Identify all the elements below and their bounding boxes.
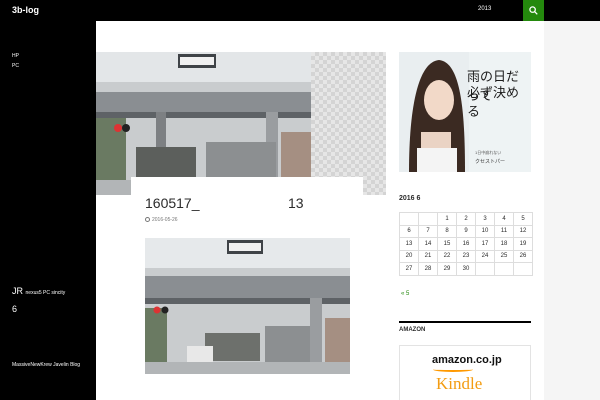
calendar-day: 28 — [418, 262, 438, 276]
calendar-day: 21 — [418, 249, 438, 263]
calendar-day: 13 — [399, 237, 419, 251]
footer-links[interactable]: MassiveNewKrew Javelin Blog — [12, 362, 80, 368]
ad-small-text: 1日中崩れない — [475, 150, 502, 155]
calendar-day: 23 — [456, 249, 476, 263]
calendar-week-row: 13 14 15 16 17 18 19 — [399, 237, 533, 251]
featured-photo[interactable] — [96, 52, 311, 195]
search-icon — [529, 6, 538, 15]
ad-brand: クセストパー — [475, 159, 506, 165]
calendar-caption: 2016 6 — [399, 195, 421, 202]
calendar-day: 16 — [456, 237, 476, 251]
calendar-day: 12 — [513, 224, 533, 238]
calendar-day: 19 — [513, 237, 533, 251]
left-menu-item-hp[interactable]: HP — [12, 53, 19, 59]
calendar-day: 26 — [513, 249, 533, 263]
calendar-day: 25 — [494, 249, 514, 263]
calendar-day: 8 — [437, 224, 457, 238]
sidebar-widget-number: 6 — [12, 304, 18, 314]
amazon-widget-rule — [399, 321, 531, 323]
calendar-week-row: 20 21 22 23 24 25 26 — [399, 249, 533, 263]
kindle-text: Kindle — [436, 374, 483, 393]
calendar-day: 30 — [456, 262, 476, 276]
calendar-day: 5 — [513, 212, 533, 226]
calendar-day: 20 — [399, 249, 419, 263]
calendar-day: 11 — [494, 224, 514, 238]
calendar-day: 18 — [494, 237, 514, 251]
street-photo — [96, 52, 311, 195]
street-photo-2 — [145, 238, 350, 374]
calendar-day: 29 — [437, 262, 457, 276]
calendar-day: 1 — [437, 212, 457, 226]
entry-date[interactable]: 2016-05-26 — [145, 217, 178, 223]
calendar-day — [399, 212, 419, 226]
calendar-day: 10 — [475, 224, 495, 238]
calendar-day: 3 — [475, 212, 495, 226]
sidebar-widget-title: JR nexus5 PC sincity — [12, 286, 65, 296]
calendar-day: 15 — [437, 237, 457, 251]
calendar-day: 6 — [399, 224, 419, 238]
widget-title-small: nexus5 PC sincity — [25, 290, 66, 296]
entry-title[interactable]: 160517_ 13 — [145, 195, 304, 211]
clock-icon — [145, 217, 150, 223]
amazon-widget-title: AMAZON — [399, 327, 426, 333]
calendar-week-row: 6 7 8 9 10 11 12 — [399, 224, 533, 238]
post-photo[interactable] — [145, 238, 350, 374]
calendar-day: 9 — [456, 224, 476, 238]
amazon-logo: amazon.co.jp — [432, 354, 502, 366]
search-button[interactable] — [523, 0, 544, 21]
calendar-day — [513, 262, 533, 276]
calendar-day — [475, 262, 495, 276]
calendar-day: 22 — [437, 249, 457, 263]
top-bar: 3b-log 2013 — [0, 0, 600, 21]
calendar-day: 17 — [475, 237, 495, 251]
calendar-day: 2 — [456, 212, 476, 226]
page: 3b-log 2013 HP PC JR nexus5 PC sincity 6… — [0, 0, 600, 400]
left-menu-item-pc[interactable]: PC — [12, 63, 19, 69]
calendar-prev-link[interactable]: « 5 — [401, 291, 409, 297]
calendar-day: 14 — [418, 237, 438, 251]
advertisement-banner[interactable]: 雨の日だって 必ず決める 1日中崩れない クセストパー — [399, 52, 531, 172]
calendar-day: 7 — [418, 224, 438, 238]
ad-headline-2: 必ず決める — [467, 86, 520, 120]
entry-title-number: 13 — [288, 195, 304, 211]
calendar-week-row: 12345 — [399, 212, 533, 226]
calendar-day: 4 — [494, 212, 514, 226]
calendar-week-row: 27 28 29 30 — [399, 262, 533, 276]
widget-title-main: JR — [12, 286, 23, 296]
featured-image-transparent-area — [311, 52, 386, 195]
calendar-day: 24 — [475, 249, 495, 263]
calendar-table: 1 2 3 4 5 6 7 8 9 10 11 12 13 14 15 16 17 18 19 20 21 22 23 24 2… — [399, 212, 533, 276]
calendar-day — [418, 212, 438, 226]
top-nav-item-2013[interactable]: 2013 — [478, 6, 491, 12]
calendar-day: 27 — [399, 262, 419, 276]
amazon-kindle-banner[interactable]: amazon.co.jp Kindle — [399, 345, 531, 400]
calendar-day — [494, 262, 514, 276]
site-title[interactable]: 3b-log — [12, 5, 39, 15]
entry-date-text: 2016-05-26 — [152, 217, 178, 223]
left-sidebar — [0, 21, 96, 400]
amazon-smile-icon — [433, 367, 473, 372]
entry-title-text: 160517_ — [145, 195, 200, 211]
